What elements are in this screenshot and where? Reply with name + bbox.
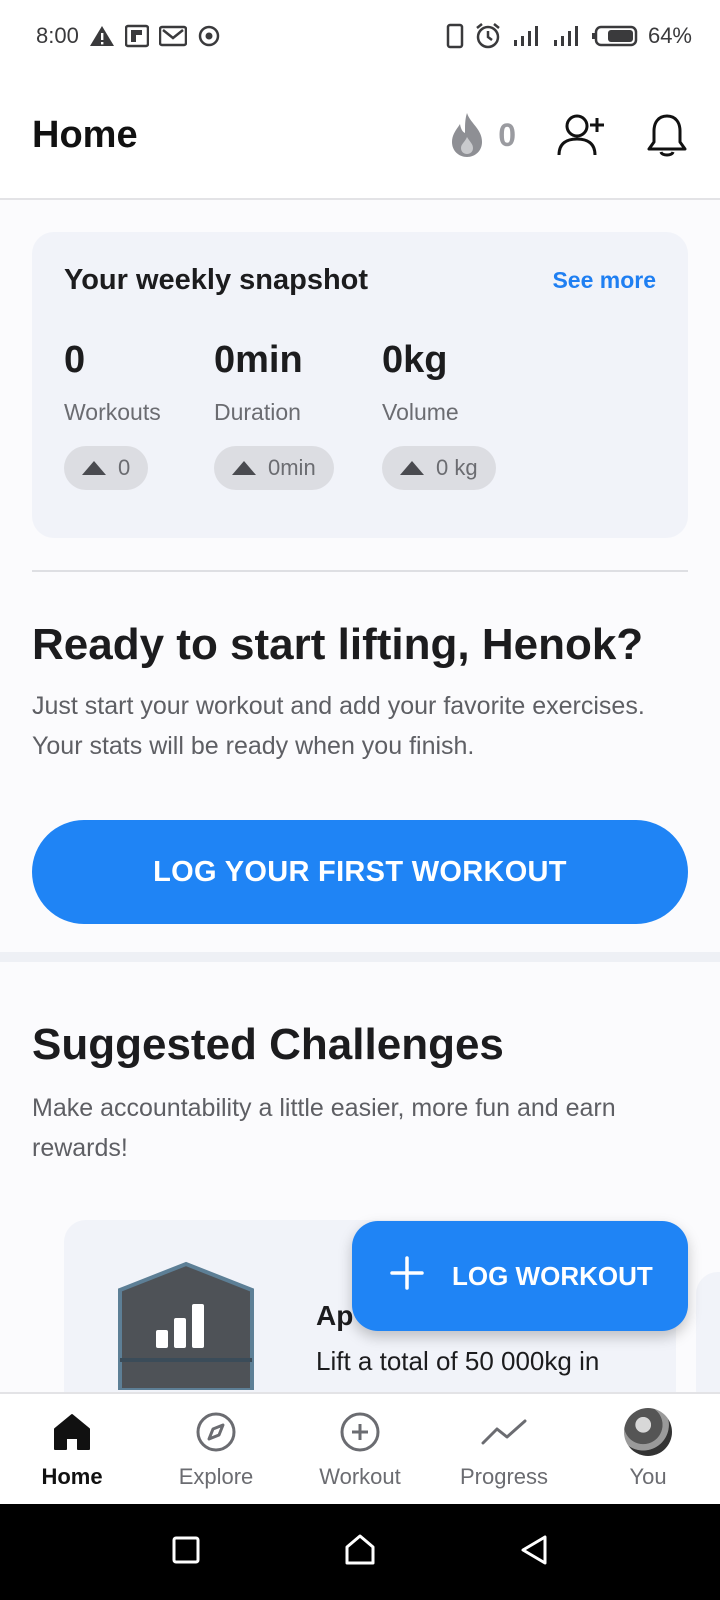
signal-icon [512, 24, 542, 48]
app-header: Home 0 [0, 72, 720, 200]
warning-icon [89, 24, 115, 48]
ready-title: Ready to start lifting, Henok? [32, 620, 644, 669]
triangle-up-icon [400, 461, 424, 475]
trend-icon [481, 1410, 527, 1454]
status-time: 8:00 [36, 23, 79, 48]
snapshot-stats: 0 Workouts 0 0min Duration 0min 0kg Volu… [64, 339, 656, 490]
nav-label: You [629, 1464, 667, 1489]
back-icon[interactable] [519, 1534, 549, 1571]
stat-value: 0 [64, 339, 86, 381]
stat-value: 0min [214, 339, 303, 381]
fab-label: LOG WORKOUT [452, 1260, 653, 1291]
status-bar: 8:00 64% [0, 0, 720, 72]
stat-change: 0min [268, 455, 316, 480]
add-friend-icon[interactable] [556, 112, 606, 158]
nav-progress[interactable]: Progress [432, 1394, 576, 1504]
stat-label: Volume [382, 399, 459, 425]
flipboard-icon [124, 24, 149, 48]
ready-subtitle: Just start your workout and add your fav… [32, 692, 645, 760]
log-workout-fab[interactable]: LOG WORKOUT [352, 1221, 688, 1331]
plus-circle-icon [339, 1410, 381, 1454]
section-separator [0, 952, 720, 962]
nav-workout[interactable]: Workout [288, 1394, 432, 1504]
home-button-icon[interactable] [343, 1533, 377, 1572]
snapshot-title: Your weekly snapshot [64, 264, 369, 296]
stat-volume: 0kg Volume 0 kg [382, 339, 542, 490]
triangle-up-icon [232, 461, 256, 475]
challenges-subtitle: Make accountability a little easier, mor… [32, 1094, 616, 1162]
streak-count: 0 [498, 116, 516, 153]
system-nav-bar [0, 1504, 720, 1600]
stat-value: 0kg [382, 339, 448, 381]
signal-icon [552, 24, 582, 48]
compass-icon [195, 1410, 237, 1454]
avatar [624, 1408, 672, 1456]
triangle-up-icon [82, 461, 106, 475]
header-actions: 0 [448, 111, 688, 159]
recents-icon[interactable] [171, 1535, 201, 1570]
nav-you[interactable]: You [576, 1394, 720, 1504]
status-left: 8:00 [36, 23, 221, 49]
snapshot-header: Your weekly snapshot See more [64, 264, 656, 297]
status-right: 64% [446, 22, 692, 50]
challenge-badge-icon [116, 1260, 256, 1392]
home-icon [52, 1410, 92, 1454]
nav-home[interactable]: Home [0, 1394, 144, 1504]
stat-change: 0 [118, 455, 131, 480]
stat-workouts: 0 Workouts 0 [64, 339, 214, 490]
flame-icon [448, 111, 486, 159]
challenges-title: Suggested Challenges [32, 1020, 504, 1069]
stat-change-pill: 0 [64, 446, 149, 490]
divider [32, 570, 688, 572]
page-title: Home [32, 113, 138, 156]
stat-change-pill: 0min [214, 446, 334, 490]
home-feed[interactable]: Your weekly snapshot See more 0 Workouts… [0, 200, 720, 1392]
weekly-snapshot-card: Your weekly snapshot See more 0 Workouts… [32, 232, 688, 538]
see-more-link[interactable]: See more [552, 267, 656, 294]
alarm-icon [474, 22, 502, 50]
log-first-workout-button[interactable]: LOG YOUR FIRST WORKOUT [32, 820, 688, 924]
gmail-icon [158, 24, 187, 48]
battery-percent: 64% [647, 23, 692, 48]
nav-label: Home [41, 1464, 103, 1489]
streak-button[interactable]: 0 [448, 111, 516, 159]
nav-label: Workout [319, 1464, 401, 1489]
challenge-card-next[interactable] [696, 1272, 720, 1392]
stat-change-pill: 0 kg [382, 446, 496, 490]
stat-duration: 0min Duration 0min [214, 339, 382, 490]
stat-label: Duration [214, 399, 301, 425]
bell-icon[interactable] [646, 112, 688, 158]
vibrate-icon [446, 23, 464, 49]
challenge-name: Ap [316, 1300, 354, 1331]
challenge-description: Lift a total of 50 000kg in [316, 1346, 600, 1376]
battery-icon [591, 24, 638, 48]
nav-explore[interactable]: Explore [144, 1394, 288, 1504]
plus-icon [390, 1255, 424, 1297]
stat-change: 0 kg [436, 455, 478, 480]
nav-label: Explore [178, 1464, 254, 1489]
record-icon [197, 24, 221, 48]
bottom-nav: Home Explore Workout Progress You [0, 1392, 720, 1504]
nav-label: Progress [459, 1464, 549, 1489]
stat-label: Workouts [64, 399, 161, 425]
